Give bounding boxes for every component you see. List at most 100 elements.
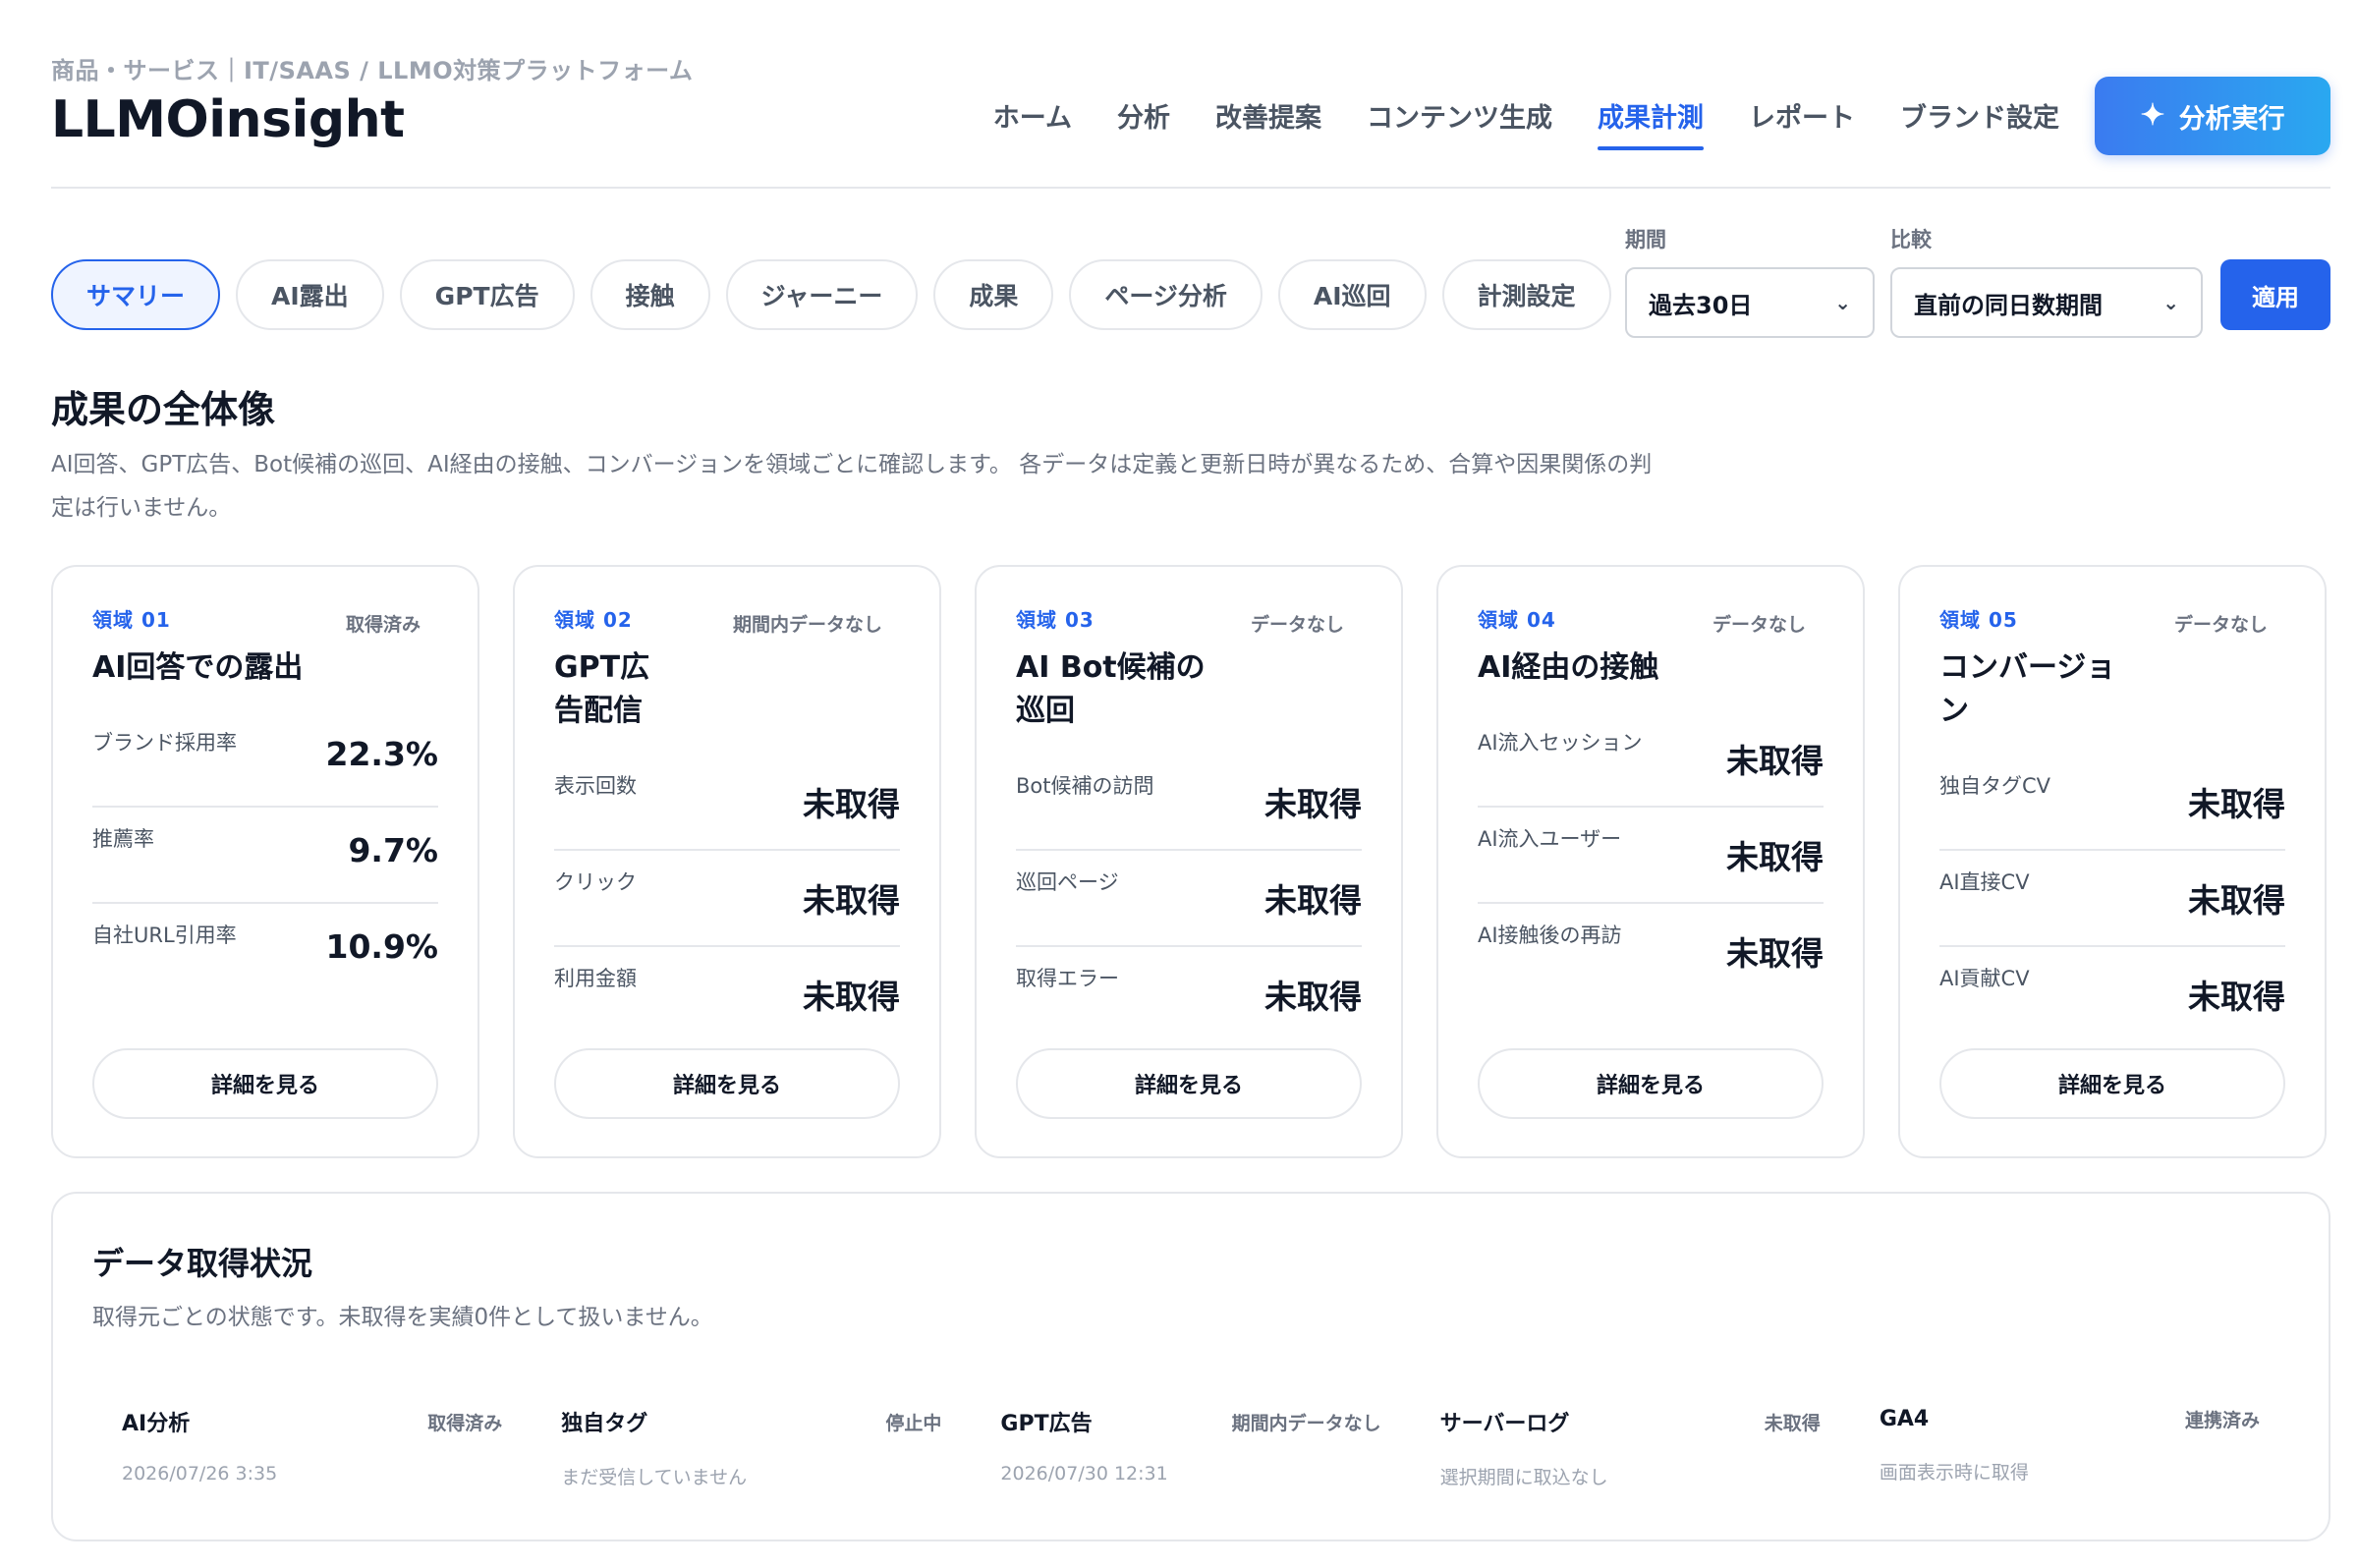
source-name: AI分析	[122, 1412, 191, 1436]
period-value: 過去30日	[1649, 291, 1753, 319]
period-filter: 期間 過去30日 ⌄	[1625, 224, 1875, 338]
metric-label: AI直接CV	[1939, 870, 2030, 894]
view-details-button[interactable]: 詳細を見る	[92, 1048, 438, 1119]
nav-report[interactable]: レポート	[1749, 96, 1855, 150]
metric-row: 巡回ページ 未取得	[1016, 851, 1362, 947]
domain-label: 領域 01	[92, 608, 171, 632]
domain-cards: 領域 01 取得済み AI回答での露出 ブランド採用率 22.3% 推薦率 9.…	[51, 565, 2330, 1158]
compare-select[interactable]: 直前の同日数期間 ⌄	[1890, 267, 2203, 338]
sparkle-icon: ✦	[2140, 99, 2165, 132]
source-detail: まだ受信していません	[561, 1467, 748, 1488]
view-details-button[interactable]: 詳細を見る	[1939, 1048, 2285, 1119]
domain-card: 領域 02 期間内データなし GPT広告配信 表示回数 未取得 クリック 未取得…	[513, 565, 941, 1158]
metric-row: ブランド採用率 22.3%	[92, 711, 438, 808]
source-item: AI分析 取得済み 2026/07/26 3:35	[92, 1406, 532, 1489]
tab-ai-crawl[interactable]: AI巡回	[1277, 259, 1427, 330]
source-item: GPT広告 期間内データなし 2026/07/30 12:31	[971, 1406, 1410, 1489]
data-status-panel: データ取得状況 取得元ごとの状態です。未取得を実績0件として扱いません。 AI分…	[51, 1192, 2330, 1541]
source-detail: 選択期間に取込なし	[1439, 1467, 1608, 1488]
metric-value: 未取得	[1726, 838, 1824, 876]
status-badge: 期間内データなし	[732, 614, 882, 636]
metric-list: ブランド採用率 22.3% 推薦率 9.7% 自社URL引用率 10.9%	[92, 711, 438, 1000]
source-detail: 画面表示時に取得	[1879, 1462, 2029, 1484]
tab-contact[interactable]: 接触	[590, 259, 710, 330]
source-status: 期間内データなし	[1231, 1412, 1381, 1434]
metric-label: AI流入ユーザー	[1478, 827, 1622, 851]
metric-value: 未取得	[803, 881, 900, 920]
metric-value: 未取得	[1726, 742, 1824, 780]
source-list: AI分析 取得済み 2026/07/26 3:35 独自タグ 停止中 まだ受信し…	[92, 1406, 2289, 1489]
view-details-button[interactable]: 詳細を見る	[554, 1048, 900, 1119]
source-status: 未取得	[1764, 1412, 1821, 1434]
view-details-button[interactable]: 詳細を見る	[1478, 1048, 1824, 1119]
metric-list: 独自タグCV 未取得 AI直接CV 未取得 AI貢献CV 未取得	[1939, 755, 2285, 1043]
metric-row: AI流入セッション 未取得	[1478, 711, 1824, 808]
tab-ai-exposure[interactable]: AI露出	[236, 259, 384, 330]
source-detail: 2026/07/26 3:35	[122, 1463, 278, 1484]
metric-label: Bot候補の訪問	[1016, 774, 1154, 798]
source-status: 停止中	[885, 1412, 942, 1434]
metric-row: 自社URL引用率 10.9%	[92, 904, 438, 1000]
app-title: LLMOinsight	[51, 90, 405, 149]
compare-filter: 比較 直前の同日数期間 ⌄	[1890, 224, 2203, 338]
compare-label: 比較	[1890, 228, 1932, 252]
tab-gpt-ads[interactable]: GPT広告	[399, 259, 575, 330]
view-details-button[interactable]: 詳細を見る	[1016, 1048, 1362, 1119]
metric-label: AI流入セッション	[1478, 731, 1643, 755]
nav-brand-settings[interactable]: ブランド設定	[1900, 96, 2059, 150]
source-name: GA4	[1879, 1407, 1930, 1431]
metric-row: 表示回数 未取得	[554, 755, 900, 851]
domain-label: 領域 02	[554, 608, 633, 632]
nav-analysis[interactable]: 分析	[1117, 96, 1170, 150]
metric-row: 取得エラー 未取得	[1016, 947, 1362, 1043]
card-title: GPT広告配信	[554, 650, 650, 728]
metric-row: 独自タグCV 未取得	[1939, 755, 2285, 851]
metric-value: 10.9%	[325, 927, 439, 966]
compare-value: 直前の同日数期間	[1914, 291, 2103, 319]
metric-row: Bot候補の訪問 未取得	[1016, 755, 1362, 851]
overview-description: AI回答、GPT広告、Bot候補の巡回、AI経由の接触、コンバージョンを領域ごと…	[51, 452, 1653, 521]
metric-label: 推薦率	[92, 827, 154, 851]
status-badge: 取得済み	[345, 614, 421, 636]
period-select[interactable]: 過去30日 ⌄	[1625, 267, 1875, 338]
domain-label: 領域 04	[1478, 608, 1556, 632]
tab-summary[interactable]: サマリー	[51, 259, 221, 330]
nav-results[interactable]: 成果計測	[1598, 96, 1704, 150]
metric-label: 取得エラー	[1016, 967, 1119, 990]
source-item: GA4 連携済み 画面表示時に取得	[1850, 1406, 2289, 1489]
metric-label: AI接触後の再訪	[1478, 924, 1622, 947]
metric-value: 9.7%	[348, 831, 438, 869]
source-status: 取得済み	[427, 1412, 503, 1434]
chevron-down-icon: ⌄	[1834, 291, 1851, 314]
nav-content-generation[interactable]: コンテンツ生成	[1367, 96, 1552, 150]
metric-label: 巡回ページ	[1016, 870, 1119, 894]
source-name: サーバーログ	[1439, 1412, 1570, 1436]
metric-value: 未取得	[2188, 978, 2285, 1016]
metric-row: AI流入ユーザー 未取得	[1478, 808, 1824, 904]
source-name: GPT広告	[1000, 1412, 1093, 1436]
metric-label: ブランド採用率	[92, 731, 237, 755]
metric-row: AI接触後の再訪 未取得	[1478, 904, 1824, 1000]
period-label: 期間	[1625, 228, 1666, 252]
data-status-description: 取得元ごとの状態です。未取得を実績0件として扱いません。	[92, 1305, 713, 1330]
card-title: コンバージョン	[1939, 650, 2116, 728]
metric-row: AI貢献CV 未取得	[1939, 947, 2285, 1043]
overview-title: 成果の全体像	[51, 388, 276, 431]
tab-page-analysis[interactable]: ページ分析	[1069, 259, 1263, 330]
toolbar: サマリー AI露出 GPT広告 接触 ジャーニー 成果 ページ分析 AI巡回 計…	[51, 189, 2330, 375]
apply-button[interactable]: 適用	[2220, 259, 2330, 330]
run-analysis-button[interactable]: ✦ 分析実行	[2095, 77, 2330, 155]
tab-journey[interactable]: ジャーニー	[725, 259, 919, 330]
metric-label: 自社URL引用率	[92, 924, 237, 947]
metric-row: 推薦率 9.7%	[92, 808, 438, 904]
metric-label: 利用金額	[554, 967, 637, 990]
tab-measurement-settings[interactable]: 計測設定	[1441, 259, 1611, 330]
metric-label: 表示回数	[554, 774, 637, 798]
domain-label: 領域 05	[1939, 608, 2018, 632]
chevron-down-icon: ⌄	[2162, 291, 2179, 314]
nav-home[interactable]: ホーム	[993, 96, 1072, 150]
metric-row: AI直接CV 未取得	[1939, 851, 2285, 947]
tab-results[interactable]: 成果	[933, 259, 1054, 330]
nav-improvement[interactable]: 改善提案	[1215, 96, 1321, 150]
metric-list: AI流入セッション 未取得 AI流入ユーザー 未取得 AI接触後の再訪 未取得	[1478, 711, 1824, 1000]
